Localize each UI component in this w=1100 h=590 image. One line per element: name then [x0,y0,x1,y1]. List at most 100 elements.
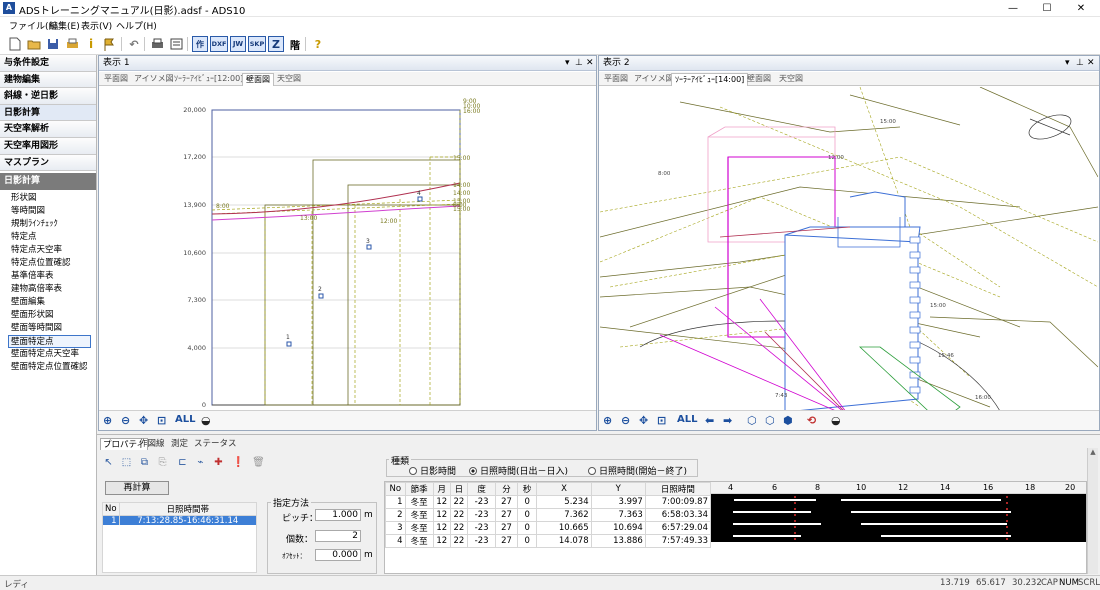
dxf-button[interactable]: DXF [210,36,228,52]
vertical-scrollbar[interactable]: ▲ [1087,448,1098,574]
draw-mode-button[interactable]: 作 [192,36,208,52]
tab-measure[interactable]: 測定 [169,438,190,450]
flag-icon[interactable] [101,36,117,52]
undo-icon[interactable]: ↶ [126,36,142,52]
tab-solar-eye[interactable]: ｿｰﾗｰｱｲﾋﾞｭｰ[14:00] [671,73,749,86]
radio-sunshine-start-end[interactable]: 日照時間(開始－終了) [588,464,687,477]
sidebar-item-selected[interactable]: 壁面特定点 [8,335,91,349]
view-box-3-icon[interactable]: ⬢ [783,414,793,427]
sidebar-category-conditions[interactable]: 与条件設定 [0,55,96,72]
sidebar-item[interactable]: 等時間図 [0,205,96,218]
tab-wall[interactable]: 壁面図 [744,73,774,86]
zoom-all-button[interactable]: ALL [175,414,195,425]
sidebar-item[interactable]: 壁面形状図 [0,309,96,322]
minimize-button[interactable]: — [996,0,1030,17]
sidebar-category-sky-ratio[interactable]: 天空率解析 [0,121,96,138]
tab-isometric[interactable]: アイソメ図 [131,73,177,86]
tab-sky[interactable]: 天空図 [274,73,304,86]
tab-status[interactable]: ステータス [192,438,239,450]
skp-button[interactable]: SKP [248,36,266,52]
sidebar-item[interactable]: 規制ﾗｲﾝﾁｪｯｸ [0,218,96,231]
sidebar-category-sky-figures[interactable]: 天空率用図形 [0,137,96,155]
sidebar-item[interactable]: 特定点位置確認 [0,257,96,270]
pane-pin-icon[interactable]: ⊥ [1076,56,1084,70]
maximize-button[interactable]: ☐ [1030,0,1064,17]
pane-dropdown-icon[interactable]: ▾ [565,56,570,70]
tab-sky[interactable]: 天空図 [776,73,806,86]
sidebar-item[interactable]: 基準倍率表 [0,270,96,283]
zoom-all-button[interactable]: ALL [677,414,697,425]
pane-pin-icon[interactable]: ⊥ [575,56,583,70]
sidebar-category-building-edit[interactable]: 建物編集 [0,71,96,89]
eye-icon[interactable]: ◒ [201,414,211,427]
menu-help[interactable]: ヘルプ(H) [116,19,157,32]
alert-icon[interactable]: ❗ [231,455,246,470]
zoom-out-icon[interactable]: ⊖ [121,414,130,427]
jw-button[interactable]: JW [230,36,246,52]
add-point-icon[interactable]: ✚ [211,455,226,470]
tab-plan[interactable]: 平面図 [601,73,631,86]
pane-close-icon[interactable]: ✕ [1087,56,1095,70]
close-button[interactable]: ✕ [1064,0,1098,17]
pitch-input[interactable]: 1.000 [315,509,361,521]
pan-icon[interactable]: ✥ [639,414,648,427]
print-icon[interactable] [149,36,165,52]
sidebar-category-mass-plan[interactable]: マスプラン [0,154,96,172]
table-row[interactable]: 1 冬至 12 22 -23 27 0 5.234 3.997 7:00:09.87 [385,495,712,509]
preview-icon[interactable] [168,36,184,52]
wall-drawing-canvas[interactable]: 1 2 3 4 20,000 17,200 13,900 10,600 7,30… [100,87,595,411]
sidebar-item[interactable]: 形状図 [0,192,96,205]
new-file-icon[interactable] [7,36,23,52]
rotate-left-icon[interactable]: ⬅ [705,414,714,427]
menu-view[interactable]: 表示(V) [81,19,112,32]
sidebar-item[interactable]: 建物高倍率表 [0,283,96,296]
pane-close-icon[interactable]: ✕ [586,56,594,70]
select-box-icon[interactable]: ⬚ [119,455,134,470]
view-box-2-icon[interactable]: ⬡ [765,414,775,427]
radio-sunshine-sunrise[interactable]: 日照時間(日出－日入) [469,464,568,477]
help-icon[interactable]: ? [310,36,326,52]
zoom-window-icon[interactable]: ⊡ [157,414,166,427]
link-icon[interactable]: ⌁ [193,455,208,470]
sidebar-item[interactable]: 特定点 [0,231,96,244]
table-row[interactable]: 3 冬至 12 22 -23 27 0 10.665 10.694 6:57:29.04 [385,521,712,535]
table-row[interactable]: 4 冬至 12 22 -23 27 0 14.078 13.886 7:57:49.33 [385,534,712,548]
reset-view-icon[interactable]: ⟲ [807,414,816,427]
menu-edit[interactable]: 編集(E) [49,19,80,32]
measure-icon[interactable]: ⊏ [175,455,190,470]
copy-icon[interactable]: ⎘ [155,455,170,470]
solar-view-canvas[interactable]: 15:00 12:00 8:00 15:00 15:46 7:43 16:00 [599,86,1099,423]
select-multi-icon[interactable]: ⧉ [137,455,152,470]
eye-icon[interactable]: ◒ [831,414,841,427]
tab-isometric[interactable]: アイソメ図 [631,73,677,86]
zoom-window-icon[interactable]: ⊡ [657,414,666,427]
count-input[interactable]: 2 [315,530,361,542]
sidebar-item[interactable]: 壁面特定点天空率 [0,348,96,361]
tab-guides[interactable]: 作図線 [137,438,167,450]
sidebar-item[interactable]: 壁面編集 [0,296,96,309]
tab-wall[interactable]: 壁面図 [242,73,274,86]
tab-plan[interactable]: 平面図 [101,73,131,86]
open-folder-icon[interactable] [26,36,42,52]
z-button[interactable]: Z [268,36,284,52]
sidebar-category-shadow-calc[interactable]: 日影計算 [0,104,96,122]
save-icon[interactable] [45,36,61,52]
delete-icon[interactable]: 🗑 [251,455,266,470]
view-box-1-icon[interactable]: ⬡ [747,414,757,427]
zoom-in-icon[interactable]: ⊕ [103,414,112,427]
zoom-out-icon[interactable]: ⊖ [621,414,630,427]
floor-button[interactable]: 階 [287,36,303,52]
offset-input[interactable]: 0.000 [315,549,361,561]
info-icon[interactable]: i [83,36,99,52]
recalculate-button[interactable]: 再計算 [105,481,169,495]
sidebar-category-slant-line[interactable]: 斜線・逆日影 [0,88,96,105]
scroll-up-icon[interactable]: ▲ [1088,448,1098,456]
rotate-right-icon[interactable]: ➡ [723,414,732,427]
radio-shadow-time[interactable]: 日影時間 [409,464,456,477]
pane-dropdown-icon[interactable]: ▾ [1065,56,1070,70]
print-setup-icon[interactable] [64,36,80,52]
zoom-in-icon[interactable]: ⊕ [603,414,612,427]
sidebar-item[interactable]: 壁面特定点位置確認 [0,361,96,374]
sidebar-item[interactable]: 特定点天空率 [0,244,96,257]
tab-solar-eye[interactable]: ｿｰﾗｰｱｲﾋﾞｭｰ[12:00] [171,73,246,86]
